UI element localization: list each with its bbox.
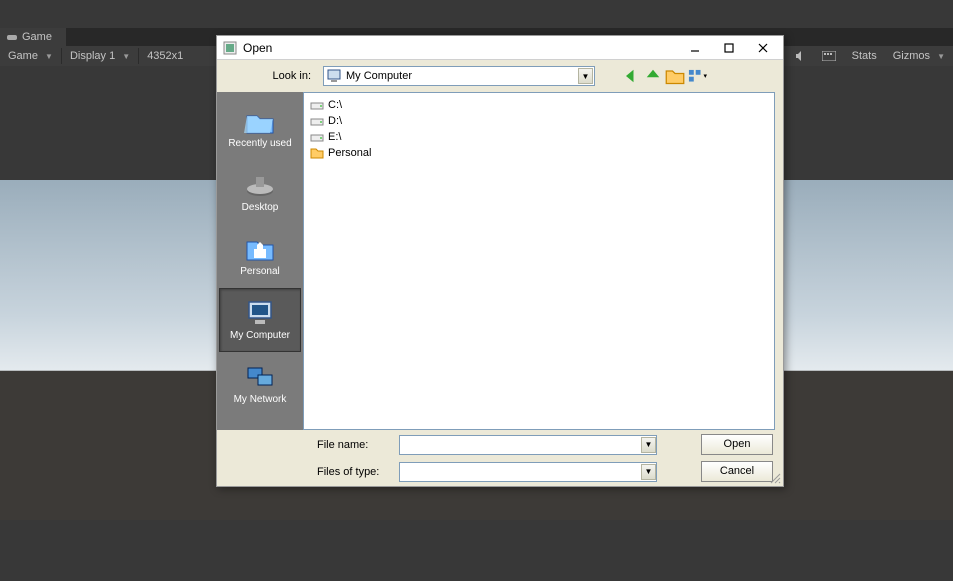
filename-input[interactable]: ▼	[399, 435, 657, 455]
minimize-button[interactable]	[687, 40, 703, 56]
sidebar-item-label: My Network	[234, 394, 287, 405]
file-list[interactable]: C:\ D:\ E:\ Personal	[303, 92, 775, 430]
sidebar-item-label: Desktop	[242, 202, 279, 213]
drive-icon	[310, 98, 324, 112]
network-icon	[244, 363, 276, 391]
view-menu-button[interactable]: ▾	[687, 66, 707, 86]
folder-icon	[310, 146, 324, 160]
up-button[interactable]	[643, 66, 663, 86]
tab-label: Game	[22, 31, 52, 43]
resize-grip[interactable]	[769, 472, 781, 484]
file-name: C:\	[328, 99, 342, 111]
back-button[interactable]	[621, 66, 641, 86]
lookin-label: Look in:	[227, 70, 317, 82]
tab-game[interactable]: Game	[0, 28, 66, 46]
chevron-down-icon[interactable]: ▼	[641, 437, 656, 453]
display-dropdown[interactable]: Display 1 ▼	[62, 50, 138, 62]
sidebar-item-personal[interactable]: Personal	[219, 224, 301, 288]
computer-icon	[244, 299, 276, 327]
sidebar-item-label: Personal	[240, 266, 279, 277]
list-item[interactable]: Personal	[308, 145, 770, 161]
lookin-combo[interactable]: My Computer ▼	[323, 66, 595, 86]
computer-icon	[326, 69, 342, 83]
sidebar-item-label: My Computer	[230, 330, 290, 341]
stats-button[interactable]: Stats	[844, 50, 885, 62]
places-sidebar: Recently used Desktop Personal My Computer M…	[217, 92, 303, 430]
file-name: Personal	[328, 147, 371, 159]
sidebar-item-desktop[interactable]: Desktop	[219, 160, 301, 224]
close-button[interactable]	[755, 40, 771, 56]
recent-icon	[244, 107, 276, 135]
open-button[interactable]: Open	[701, 434, 773, 455]
game-dropdown[interactable]: Game ▼	[0, 50, 61, 62]
chevron-down-icon[interactable]: ▼	[641, 464, 656, 480]
file-name: D:\	[328, 115, 342, 127]
file-name: E:\	[328, 131, 341, 143]
maximize-button[interactable]	[721, 40, 737, 56]
list-item[interactable]: E:\	[308, 129, 770, 145]
chevron-down-icon: ▼	[937, 52, 945, 61]
chevron-down-icon: ▼	[45, 52, 53, 61]
sidebar-item-recent[interactable]: Recently used	[219, 96, 301, 160]
sidebar-item-label: Recently used	[228, 138, 291, 149]
lookin-row: Look in: My Computer ▼ ▾	[217, 60, 783, 92]
gizmos-dropdown[interactable]: Gizmos ▼	[885, 50, 953, 62]
chevron-down-icon: ▼	[122, 52, 130, 61]
audio-icon[interactable]	[786, 50, 814, 62]
drive-icon	[310, 130, 324, 144]
sidebar-item-network[interactable]: My Network	[219, 352, 301, 416]
personal-icon	[244, 235, 276, 263]
list-item[interactable]: D:\	[308, 113, 770, 129]
dialog-title: Open	[243, 41, 687, 55]
filetype-label: Files of type:	[317, 466, 389, 478]
dialog-titlebar[interactable]: Open	[217, 36, 783, 60]
filetype-combo[interactable]: ▼	[399, 462, 657, 482]
keyboard-icon[interactable]	[814, 51, 844, 61]
new-folder-button[interactable]	[665, 66, 685, 86]
resolution-dropdown[interactable]: 4352x1	[139, 50, 191, 62]
dialog-icon	[223, 41, 237, 55]
list-item[interactable]: C:\	[308, 97, 770, 113]
drive-icon	[310, 114, 324, 128]
open-file-dialog: Open Look in: My Computer ▼ ▾ Recently u…	[216, 35, 784, 487]
chevron-down-icon[interactable]: ▼	[578, 68, 593, 84]
game-controller-icon	[6, 32, 18, 42]
desktop-icon	[244, 171, 276, 199]
cancel-button[interactable]: Cancel	[701, 461, 773, 482]
sidebar-item-computer[interactable]: My Computer	[219, 288, 301, 352]
filename-label: File name:	[317, 439, 389, 451]
lookin-value: My Computer	[346, 70, 578, 82]
